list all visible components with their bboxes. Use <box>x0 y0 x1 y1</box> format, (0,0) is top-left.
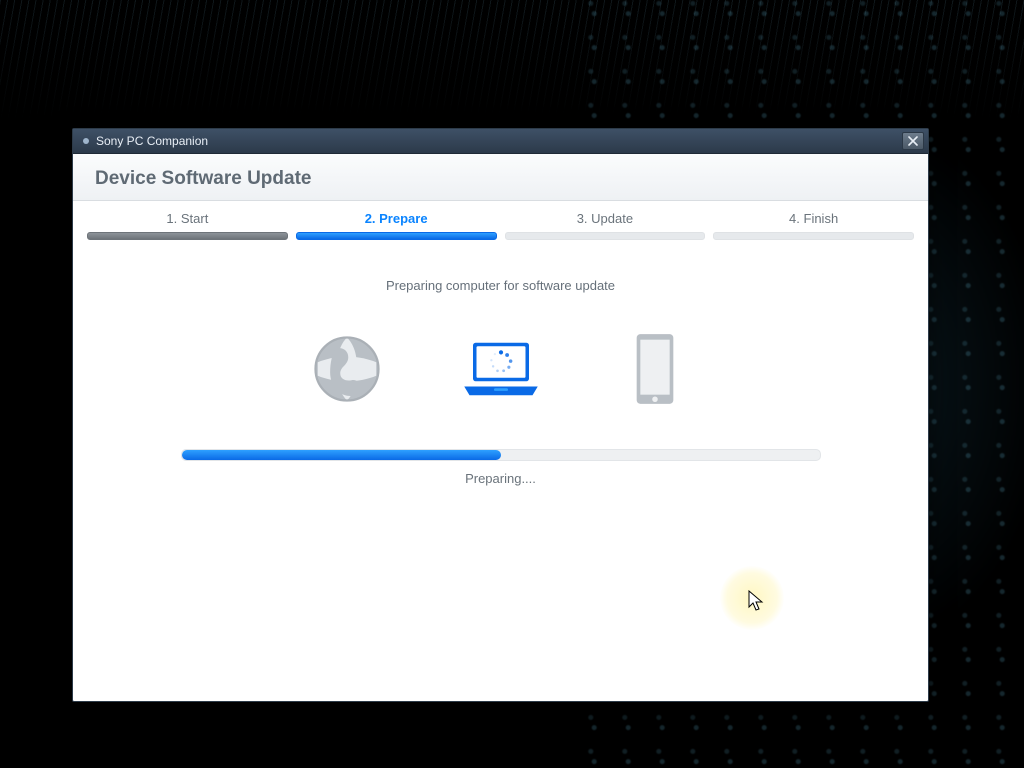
close-icon <box>908 136 918 146</box>
close-button[interactable] <box>902 132 924 150</box>
wizard-body: Preparing computer for software update <box>73 240 928 701</box>
wizard-steps: 1. Start 2. Prepare 3. Update 4. Finish <box>73 201 928 240</box>
laptop-icon <box>459 327 543 411</box>
progress-fill <box>182 450 501 460</box>
step-start: 1. Start <box>87 207 288 240</box>
step-bar <box>505 232 706 240</box>
phone-icon <box>613 327 697 411</box>
step-label: 1. Start <box>87 207 288 232</box>
page-title: Device Software Update <box>95 168 906 190</box>
app-icon <box>83 138 89 144</box>
step-bar <box>713 232 914 240</box>
step-prepare: 2. Prepare <box>296 207 497 240</box>
step-label: 3. Update <box>505 207 706 232</box>
step-label: 2. Prepare <box>296 207 497 232</box>
step-label: 4. Finish <box>713 207 914 232</box>
step-bar <box>87 232 288 240</box>
step-update: 3. Update <box>505 207 706 240</box>
globe-icon <box>305 327 389 411</box>
desktop: Sony PC Companion Device Software Update… <box>0 0 1024 768</box>
step-finish: 4. Finish <box>713 207 914 240</box>
progress-bar <box>181 449 821 461</box>
stage-icons <box>103 327 898 411</box>
step-bar <box>296 232 497 240</box>
progress-area: Preparing.... <box>181 449 821 486</box>
app-window: Sony PC Companion Device Software Update… <box>72 128 929 702</box>
wallpaper-decoration-top <box>0 0 1024 120</box>
page-header: Device Software Update <box>73 154 928 201</box>
titlebar[interactable]: Sony PC Companion <box>73 129 928 154</box>
progress-label: Preparing.... <box>181 471 821 486</box>
window-title: Sony PC Companion <box>96 134 902 148</box>
status-subtitle: Preparing computer for software update <box>103 278 898 293</box>
